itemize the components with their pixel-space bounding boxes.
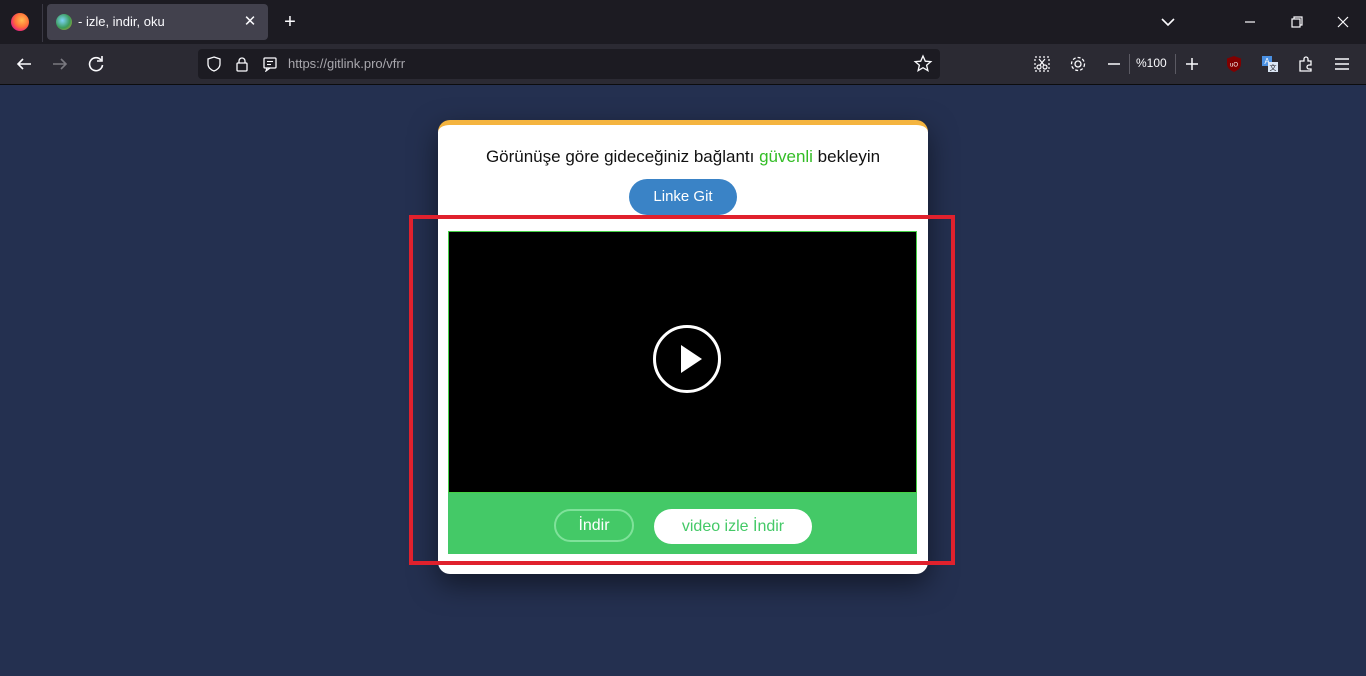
zoom-divider — [1175, 54, 1176, 74]
tab-title: - izle, indir, oku — [78, 14, 165, 29]
url-domain: https://gitlink.pro — [288, 56, 383, 71]
active-tab[interactable]: - izle, indir, oku ✕ — [47, 4, 268, 40]
go-to-link-button[interactable]: Linke Git — [629, 179, 737, 215]
reader-permissions-icon[interactable] — [262, 56, 278, 73]
firefox-logo-icon[interactable] — [11, 13, 29, 31]
url-path: /vfrr — [382, 56, 406, 71]
zoom-level[interactable]: %100 — [1136, 56, 1167, 70]
highlight-annotation-box — [409, 215, 955, 565]
zoom-in-plus-icon[interactable] — [1182, 54, 1202, 74]
extensions-puzzle-icon[interactable] — [1296, 54, 1316, 74]
ublock-origin-icon[interactable]: uO — [1224, 54, 1244, 74]
svg-text:uO: uO — [1230, 63, 1238, 69]
lock-icon[interactable] — [234, 56, 250, 72]
bookmark-star-icon[interactable] — [912, 53, 934, 75]
tabstrip-divider — [42, 4, 43, 42]
heading-safe-word: güvenli — [759, 147, 813, 166]
globe-favicon-icon — [56, 14, 72, 30]
navigation-toolbar: https://gitlink.pro/vfrr %100 uO A文 — [0, 44, 1366, 85]
restore-icon[interactable] — [1283, 8, 1311, 36]
forward-arrow-icon[interactable] — [46, 50, 74, 78]
tab-strip: - izle, indir, oku ✕ + — [0, 0, 1366, 44]
settings-gear-icon[interactable] — [1068, 54, 1088, 74]
minimize-icon[interactable] — [1236, 8, 1264, 36]
translate-icon[interactable]: A文 — [1260, 54, 1280, 74]
heading-text-end: bekleyin — [812, 147, 881, 166]
tab-close-icon[interactable]: ✕ — [238, 10, 262, 34]
list-all-tabs-chevron-icon[interactable] — [1154, 8, 1182, 36]
heading-text: Görünüşe göre gideceğiniz bağlantı — [485, 147, 760, 166]
zoom-out-minus-icon[interactable] — [1104, 54, 1124, 74]
close-window-icon[interactable] — [1329, 8, 1357, 36]
screenshot-scissors-icon[interactable] — [1032, 54, 1052, 74]
tracking-protection-shield-icon[interactable] — [206, 56, 222, 72]
url-bar[interactable]: https://gitlink.pro/vfrr — [198, 49, 940, 79]
page-heading: Görünüşe göre gideceğiniz bağlantı güven… — [438, 147, 928, 167]
back-arrow-icon[interactable] — [10, 50, 38, 78]
reload-icon[interactable] — [82, 50, 110, 78]
new-tab-plus-icon[interactable]: + — [278, 10, 302, 34]
menu-hamburger-icon[interactable] — [1332, 54, 1352, 74]
zoom-divider — [1129, 54, 1130, 74]
svg-text:文: 文 — [1270, 63, 1277, 72]
url-text[interactable]: https://gitlink.pro/vfrr — [288, 56, 405, 71]
